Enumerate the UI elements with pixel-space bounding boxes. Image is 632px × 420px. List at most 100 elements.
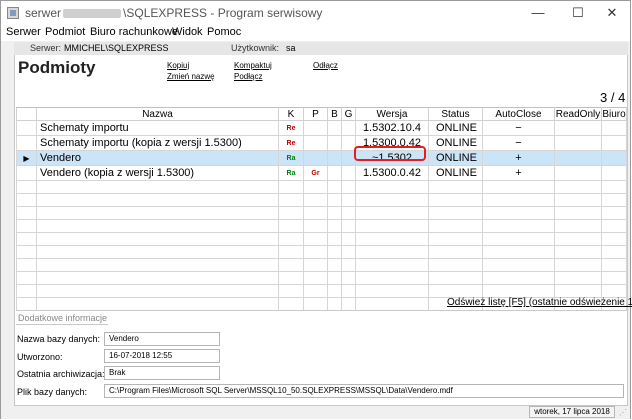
- empty-row: [16, 271, 627, 285]
- empty-row: [16, 232, 627, 246]
- cell-name: Schematy importu (kopia z wersji 1.5300): [36, 135, 279, 151]
- cell-status: ONLINE: [428, 135, 483, 151]
- detach-link[interactable]: Odłącz: [313, 61, 338, 70]
- empty-row: [16, 180, 627, 194]
- table-row-selected[interactable]: ▶ Vendero Ra ~1.5302 ONLINE +: [16, 150, 627, 166]
- table-row[interactable]: Schematy importu (kopia z wersji 1.5300)…: [16, 135, 627, 151]
- window-title-prefix: serwer: [25, 6, 62, 20]
- header-readonly[interactable]: ReadOnly: [554, 107, 602, 121]
- cell-readonly: [554, 135, 602, 151]
- header-autoclose[interactable]: AutoClose: [482, 107, 555, 121]
- redacted-hostname: [63, 9, 122, 19]
- entities-table: Nazwa K P B G Wersja Status AutoClose Re…: [16, 107, 627, 311]
- created-label: Utworzono:: [17, 352, 63, 362]
- empty-row: [16, 284, 627, 298]
- header-version[interactable]: Wersja: [355, 107, 429, 121]
- user-label: Użytkownik:: [231, 43, 280, 53]
- header-name[interactable]: Nazwa: [36, 107, 279, 121]
- empty-row: [16, 206, 627, 220]
- tag-p: Gr: [311, 170, 320, 177]
- server-label: Serwer:: [30, 43, 62, 53]
- cell-b: [327, 165, 342, 181]
- page-counter: 3 / 4: [600, 90, 626, 105]
- title-bar: serwer \SQLEXPRESS - Program serwisowy — …: [1, 1, 630, 25]
- cell-status: ONLINE: [428, 120, 483, 136]
- tag-k: Ra: [286, 155, 296, 162]
- header-biuro[interactable]: Biuro: [601, 107, 627, 121]
- rename-link[interactable]: Zmień nazwę: [167, 72, 215, 81]
- cell-name: Vendero: [36, 150, 279, 166]
- file-label: Plik bazy danych:: [17, 387, 88, 397]
- row-pointer-icon: ▶: [23, 153, 30, 163]
- db-name-label: Nazwa bazy danych:: [17, 334, 101, 344]
- cell-autoclose[interactable]: −: [482, 120, 555, 136]
- cell-b: [327, 150, 342, 166]
- cell-autoclose[interactable]: −: [482, 135, 555, 151]
- cell-p: [303, 150, 328, 166]
- cell-k: Re: [278, 135, 304, 151]
- cell-p: [303, 120, 328, 136]
- cell-g: [341, 120, 356, 136]
- menu-biuro-rachunkowe[interactable]: Biuro rachunkowe: [90, 26, 178, 38]
- close-button[interactable]: ✕: [590, 1, 632, 25]
- file-path-field[interactable]: C:\Program Files\Microsoft SQL Server\MS…: [104, 384, 624, 398]
- header-g[interactable]: G: [341, 107, 356, 121]
- db-name-field[interactable]: Vendero: [104, 332, 220, 346]
- tag-k: Ra: [286, 170, 296, 177]
- header-b[interactable]: B: [327, 107, 342, 121]
- row-pointer-cell: [16, 165, 37, 181]
- server-value: MMICHEL\SQLEXPRESS: [64, 43, 169, 53]
- cell-autoclose[interactable]: +: [482, 150, 555, 166]
- menu-pomoc[interactable]: Pomoc: [207, 26, 241, 38]
- version-highlight-annotation: [354, 146, 426, 161]
- cell-version: 1.5302.10.4: [355, 120, 429, 136]
- table-row[interactable]: Schematy importu Re 1.5302.10.4 ONLINE −: [16, 120, 627, 136]
- section-divider: [16, 310, 626, 311]
- window-title-suffix: \SQLEXPRESS - Program serwisowy: [123, 6, 323, 20]
- resize-grip-icon[interactable]: ⋰: [619, 408, 627, 417]
- compact-link[interactable]: Kompaktuj: [234, 61, 272, 70]
- archived-field[interactable]: Brak: [104, 366, 220, 380]
- cell-p: [303, 135, 328, 151]
- header-status[interactable]: Status: [428, 107, 483, 121]
- tag-k: Re: [286, 140, 296, 147]
- cell-biuro: [601, 120, 627, 136]
- cell-k: Ra: [278, 165, 304, 181]
- cell-b: [327, 120, 342, 136]
- table-row[interactable]: Vendero (kopia z wersji 1.5300) Ra Gr 1.…: [16, 165, 627, 181]
- archived-label: Ostatnia archiwizacja:: [17, 369, 105, 379]
- cell-g: [341, 165, 356, 181]
- cell-status: ONLINE: [428, 150, 483, 166]
- cell-autoclose[interactable]: +: [482, 165, 555, 181]
- created-field[interactable]: 16-07-2018 12:55: [104, 349, 220, 363]
- window-title: serwer \SQLEXPRESS - Program serwisowy: [25, 6, 322, 20]
- empty-row: [16, 193, 627, 207]
- user-value: sa: [286, 43, 296, 53]
- menu-serwer[interactable]: Serwer: [6, 26, 41, 38]
- cell-biuro: [601, 135, 627, 151]
- cell-readonly: [554, 150, 602, 166]
- details-section-title: Dodatkowe informacje: [18, 313, 108, 323]
- connection-info-bar: Serwer: MMICHEL\SQLEXPRESS Użytkownik: s…: [14, 42, 628, 55]
- tag-k: Re: [286, 125, 296, 132]
- copy-link[interactable]: Kopiuj: [167, 61, 189, 70]
- header-k[interactable]: K: [278, 107, 304, 121]
- cell-readonly: [554, 165, 602, 181]
- header-p[interactable]: P: [303, 107, 328, 121]
- attach-link[interactable]: Podłącz: [234, 72, 262, 81]
- minimize-button[interactable]: —: [516, 1, 560, 25]
- cell-version: 1.5300.0.42: [355, 165, 429, 181]
- cell-k: Re: [278, 120, 304, 136]
- cell-p: Gr: [303, 165, 328, 181]
- cell-k: Ra: [278, 150, 304, 166]
- menu-widok[interactable]: Widok: [172, 26, 203, 38]
- row-pointer-cell: [16, 135, 37, 151]
- refresh-link[interactable]: Odśwież listę [F5] (ostatnie odświeżenie…: [447, 297, 632, 308]
- section-title-underline: [16, 324, 108, 325]
- menu-podmiot[interactable]: Podmiot: [45, 26, 85, 38]
- empty-row: [16, 258, 627, 272]
- cell-name: Schematy importu: [36, 120, 279, 136]
- row-pointer-cell: [16, 120, 37, 136]
- row-pointer-cell: ▶: [16, 150, 37, 166]
- empty-row: [16, 245, 627, 259]
